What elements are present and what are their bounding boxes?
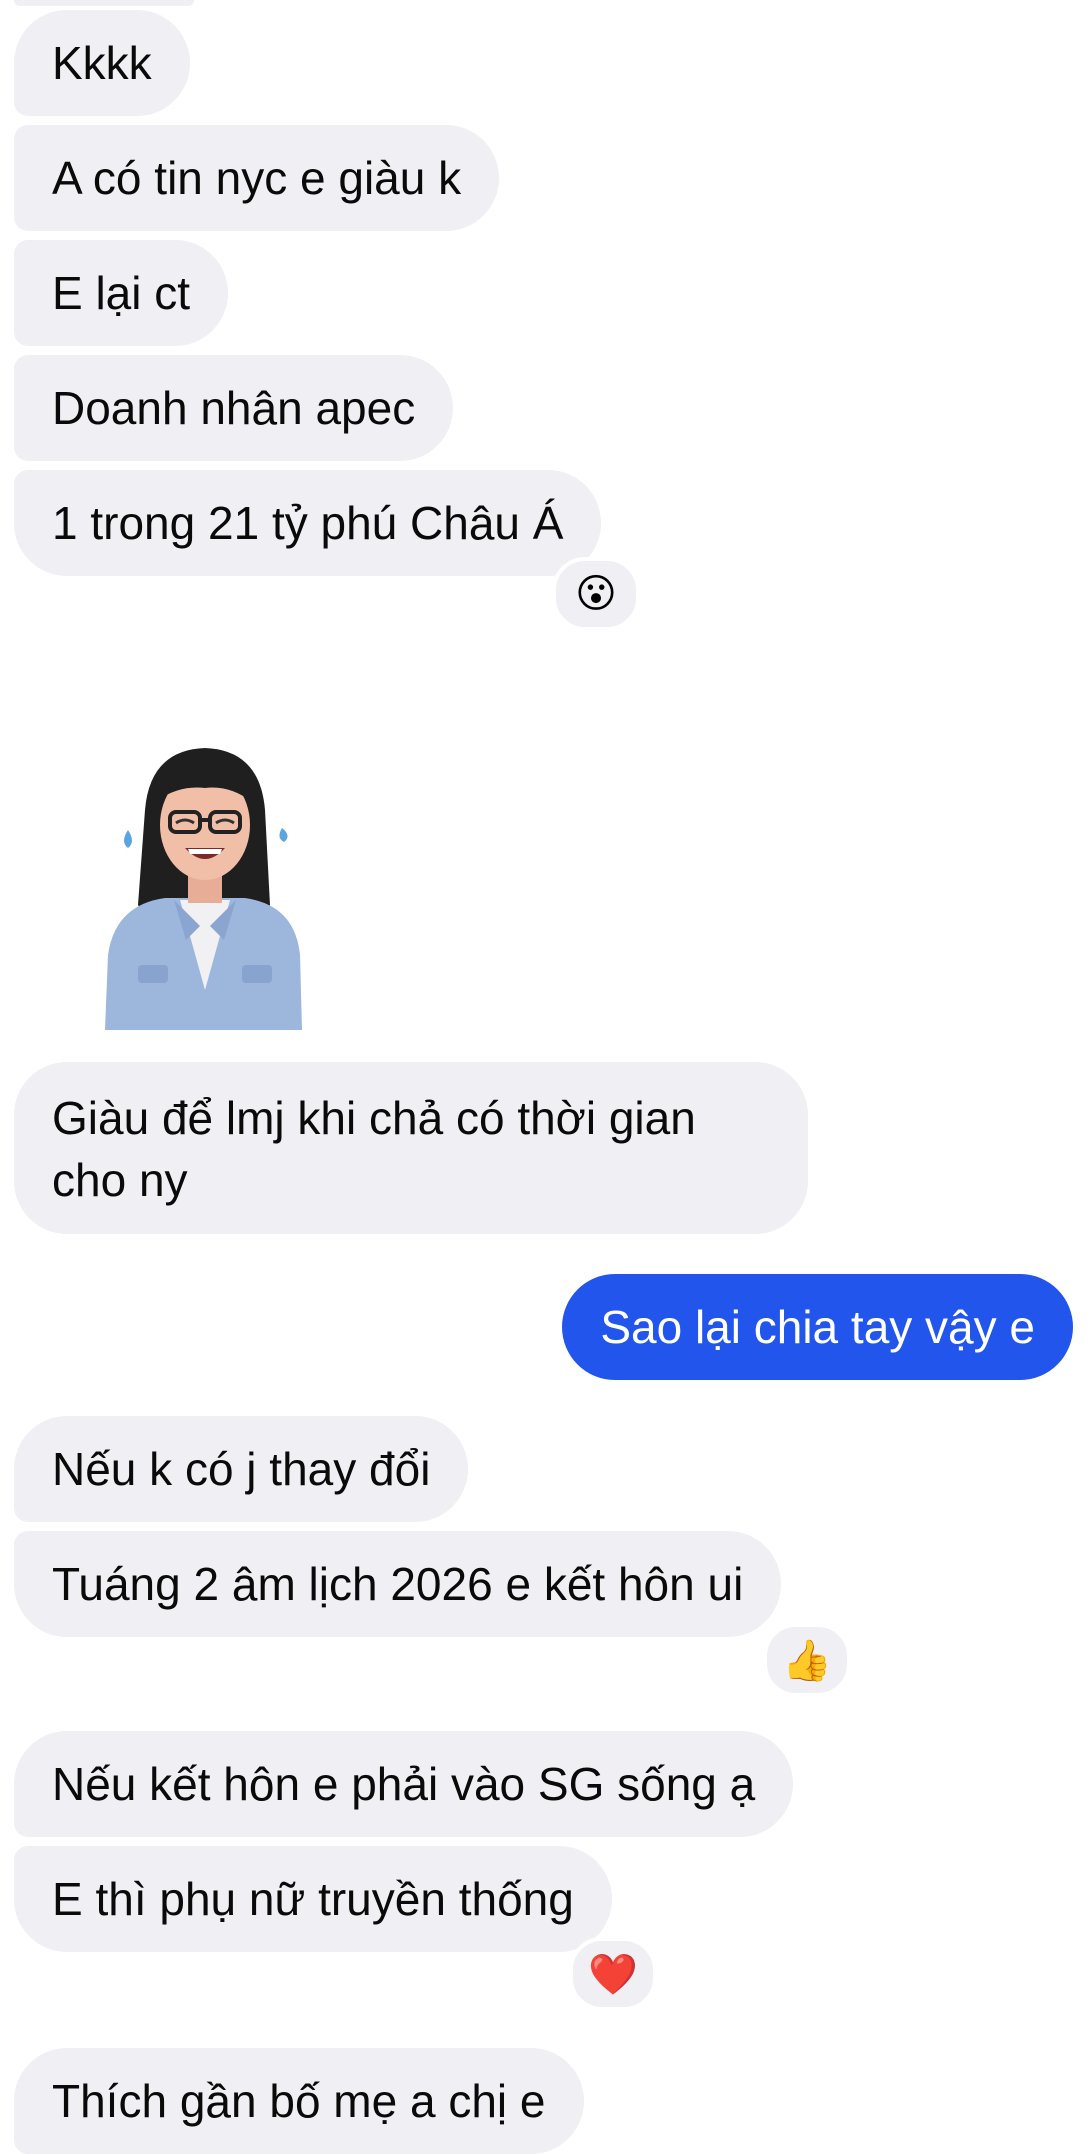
surprised-face-icon: 😮 <box>575 572 617 616</box>
memoji-laughing-tears-icon <box>105 748 302 1030</box>
message-text: Tuáng 2 âm lịch 2026 e kết hôn ui <box>52 1558 744 1610</box>
thumbs-up-icon: 👍 <box>782 1638 832 1683</box>
message-bubble-incoming[interactable]: Thích gần bố mẹ a chị e <box>14 2048 584 2154</box>
message-bubble-incoming[interactable]: E lại ct <box>14 240 229 346</box>
message-text: Thích gần bố mẹ a chị e <box>52 2075 546 2127</box>
message-text: A có tin nyc e giàu k <box>52 152 462 204</box>
heart-icon: ❤️ <box>588 1952 638 1997</box>
message-text: Giàu để lmj khi chả có thời gian cho ny <box>52 1092 696 1206</box>
message-bubble-incoming[interactable]: Nếu kết hôn e phải vào SG sống ạ <box>14 1731 794 1837</box>
message-bubble-incoming[interactable]: Tuáng 2 âm lịch 2026 e kết hôn ui <box>14 1531 782 1637</box>
message-text: Sao lại chia tay vậy e <box>600 1301 1035 1353</box>
message-bubble-incoming[interactable]: Kkkk <box>14 10 190 116</box>
message-text: Nếu k có j thay đổi <box>52 1443 431 1495</box>
message-text: Kkkk <box>52 37 152 89</box>
message-text: Nếu kết hôn e phải vào SG sống ạ <box>52 1758 756 1810</box>
message-bubble-incoming[interactable]: 1 trong 21 tỷ phú Châu Á <box>14 470 602 576</box>
message-text: E thì phụ nữ truyền thống <box>52 1873 574 1925</box>
message-text: Doanh nhân apec <box>52 382 416 434</box>
message-text: 1 trong 21 tỷ phú Châu Á <box>52 497 564 549</box>
message-bubble-incoming[interactable]: E thì phụ nữ truyền thống <box>14 1846 612 1952</box>
previous-bubble-edge <box>14 0 194 6</box>
memoji-sticker[interactable] <box>90 730 320 1030</box>
reaction-badge[interactable]: 👍 <box>763 1623 851 1697</box>
message-bubble-outgoing[interactable]: Sao lại chia tay vậy e <box>562 1274 1073 1380</box>
reaction-badge[interactable]: 😮 <box>552 557 640 631</box>
message-bubble-incoming[interactable]: Nếu k có j thay đổi <box>14 1416 469 1522</box>
chat-thread: Kkkk A có tin nyc e giàu k E lại ct Doan… <box>0 0 1087 2154</box>
message-bubble-incoming[interactable]: Doanh nhân apec <box>14 355 454 461</box>
message-bubble-incoming[interactable]: A có tin nyc e giàu k <box>14 125 500 231</box>
reaction-badge[interactable]: ❤️ <box>569 1937 657 2011</box>
message-text: E lại ct <box>52 267 191 319</box>
message-bubble-incoming[interactable]: Giàu để lmj khi chả có thời gian cho ny <box>14 1062 808 1234</box>
